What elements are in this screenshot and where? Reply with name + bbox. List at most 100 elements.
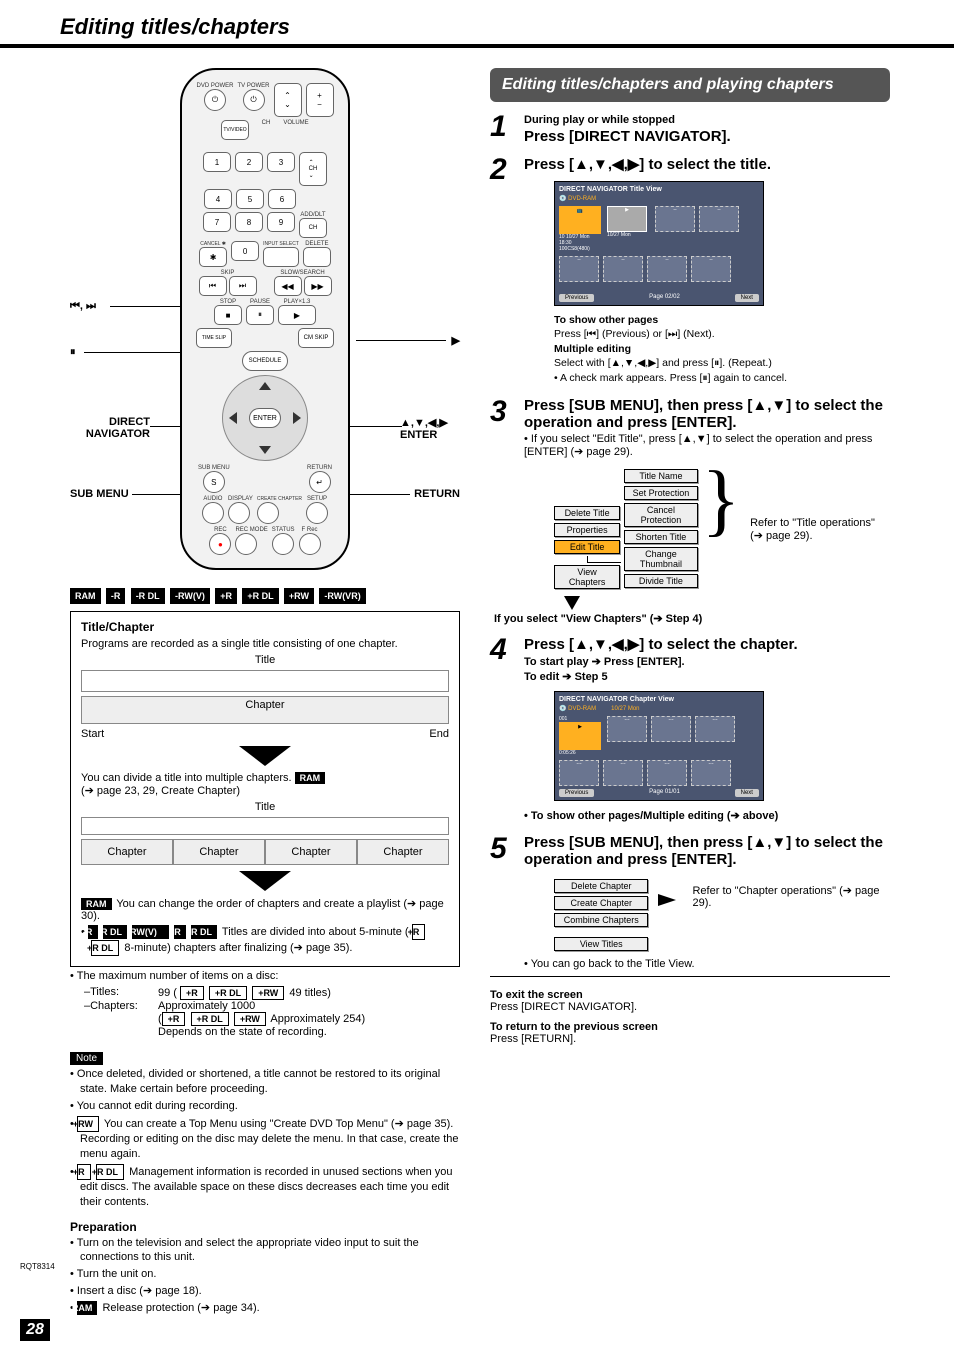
page-number: 28 <box>20 1319 50 1341</box>
menu-left-column: Delete Title Properties Edit Title View … <box>554 468 620 590</box>
menu-shorten-title[interactable]: Shorten Title <box>624 530 698 544</box>
status-button[interactable] <box>272 533 294 555</box>
num-2[interactable]: 2 <box>235 152 263 172</box>
cthumb-7[interactable]: --- <box>647 760 687 786</box>
remote-diagram: ⏮, ⏭ ⏸ DIRECT NAVIGATOR SUB MENU ▶ ▲,▼,◀… <box>70 68 460 578</box>
play-button[interactable]: ▶ <box>278 305 316 325</box>
next-button[interactable]: Next <box>735 294 759 302</box>
menu-view-chapters[interactable]: View Chapters <box>554 565 620 589</box>
add-dlt-button[interactable]: CH <box>299 218 327 238</box>
slow-rev-button[interactable]: ◀◀ <box>274 276 302 296</box>
frec-button[interactable] <box>299 533 321 555</box>
menu-create-chapter[interactable]: Create Chapter <box>554 896 648 910</box>
stop-button[interactable]: ■ <box>214 305 242 325</box>
tag-strip: RAM -R -R DL -RW(V) +R +R DL +RW -RW(VR) <box>70 586 460 605</box>
time-slip-button[interactable]: TIME SLIP <box>196 328 232 348</box>
menu-properties[interactable]: Properties <box>554 523 620 537</box>
dvd-power-button[interactable]: ⏻ <box>204 89 226 111</box>
audio-button[interactable] <box>202 502 224 524</box>
thumb-7[interactable]: -- <box>647 256 687 282</box>
skip-prev-button[interactable]: ⏮ <box>199 276 227 296</box>
enter-button[interactable]: ENTER <box>249 408 281 428</box>
menu-change-thumbnail[interactable]: Change Thumbnail <box>624 547 698 571</box>
chapter-ref: Refer to "Chapter operations" (➔ page 29… <box>692 884 890 909</box>
chapter-thumb-1[interactable]: ▶ <box>559 722 601 750</box>
note-4: • +R +R DL Management information is rec… <box>70 1164 460 1210</box>
setup-button[interactable] <box>306 502 328 524</box>
rec-mode-button[interactable] <box>235 533 257 555</box>
down-arrow-icon[interactable] <box>259 446 271 454</box>
prev-button-2[interactable]: Previous <box>559 789 594 797</box>
rec-button[interactable]: ● <box>209 533 231 555</box>
tag-rwv: -RW(V) <box>170 588 210 604</box>
num-7[interactable]: 7 <box>203 212 231 232</box>
menu-delete-title[interactable]: Delete Title <box>554 506 620 520</box>
menu-edit-title[interactable]: Edit Title <box>554 540 620 554</box>
num-3[interactable]: 3 <box>267 152 295 172</box>
cthumb-5[interactable]: --- <box>559 760 599 786</box>
menu-divide-title[interactable]: Divide Title <box>624 574 698 588</box>
create-chapter-button[interactable] <box>257 502 279 524</box>
cthumb-8[interactable]: --- <box>691 760 731 786</box>
cthumb-6[interactable]: --- <box>603 760 643 786</box>
menu-combine-chapters[interactable]: Combine Chapters <box>554 913 648 927</box>
nav-ring[interactable]: ENTER <box>222 375 308 461</box>
sub-menu-button[interactable]: S <box>203 471 225 493</box>
return-heading: To return to the previous screen <box>490 1021 658 1033</box>
menu-view-titles[interactable]: View Titles <box>554 937 648 951</box>
display-button[interactable] <box>228 502 250 524</box>
step-4: 4 Press [▲,▼,◀,▶] to select the chapter.… <box>490 635 890 824</box>
num-6[interactable]: 6 <box>268 189 296 209</box>
thumb-8[interactable]: -- <box>691 256 731 282</box>
tv-power-button[interactable]: ⏻ <box>243 89 265 111</box>
thumb-2[interactable]: ▶ <box>607 206 647 232</box>
num-5[interactable]: 5 <box>236 189 264 209</box>
divide-text: You can divide a title into multiple cha… <box>81 772 449 797</box>
menu-delete-chapter[interactable]: Delete Chapter <box>554 879 648 893</box>
tag-plus-rdl: +R DL <box>242 588 278 604</box>
up-arrow-icon[interactable] <box>259 382 271 390</box>
thumb-3[interactable]: -- <box>655 206 695 232</box>
brace-icon: } <box>702 468 740 532</box>
slow-fwd-button[interactable]: ▶▶ <box>304 276 332 296</box>
note-3: • +RW You can create a Top Menu using "C… <box>70 1116 460 1162</box>
cthumb-4[interactable]: --- <box>695 716 735 742</box>
cm-skip-button[interactable]: CM SKIP <box>298 328 334 348</box>
num-4[interactable]: 4 <box>204 189 232 209</box>
num-9[interactable]: 9 <box>267 212 295 232</box>
chapter-cell-3: Chapter <box>265 839 357 865</box>
num-1[interactable]: 1 <box>203 152 231 172</box>
ch-button[interactable]: ⌃CH⌄ <box>299 152 327 186</box>
title-bar-2 <box>81 817 449 835</box>
thumb-selected[interactable]: 📺 <box>559 206 601 234</box>
skip-next-button[interactable]: ⏭ <box>229 276 257 296</box>
cancel-button[interactable]: ✱ <box>199 247 227 267</box>
return-button[interactable]: ↵ <box>309 471 331 493</box>
exit-section: To exit the screen Press [DIRECT NAVIGAT… <box>490 989 890 1045</box>
schedule-button[interactable]: SCHEDULE <box>242 351 288 371</box>
cthumb-3[interactable]: --- <box>651 716 691 742</box>
num-0[interactable]: 0 <box>231 241 259 261</box>
ch-up-down[interactable]: ⌃⌄ <box>274 83 302 117</box>
delete-button[interactable] <box>303 247 331 267</box>
thumb-4[interactable]: -- <box>699 206 739 232</box>
next-button-2[interactable]: Next <box>735 789 759 797</box>
right-arrow-icon[interactable] <box>293 412 301 424</box>
input-select-button[interactable] <box>263 247 299 267</box>
num-8[interactable]: 8 <box>235 212 263 232</box>
menu-cancel-protection[interactable]: Cancel Protection <box>624 503 698 527</box>
prev-button[interactable]: Previous <box>559 294 594 302</box>
volume-button[interactable]: +− <box>306 83 334 117</box>
thumb-6[interactable]: -- <box>603 256 643 282</box>
pause-button[interactable]: ⏸ <box>246 305 274 325</box>
tvvideo-button[interactable]: TV/VIDEO <box>221 120 249 140</box>
step-3: 3 Press [SUB MENU], then press [▲,▼] to … <box>490 397 890 612</box>
cthumb-2[interactable]: --- <box>607 716 647 742</box>
thumb-5[interactable]: -- <box>559 256 599 282</box>
footer-code: RQT8314 <box>20 1262 55 1271</box>
max-items: • The maximum number of items on a disc: <box>70 969 460 984</box>
tag-ram: RAM <box>70 588 101 604</box>
menu-title-name[interactable]: Title Name <box>624 469 698 483</box>
menu-set-protection[interactable]: Set Protection <box>624 486 698 500</box>
left-arrow-icon[interactable] <box>229 412 237 424</box>
